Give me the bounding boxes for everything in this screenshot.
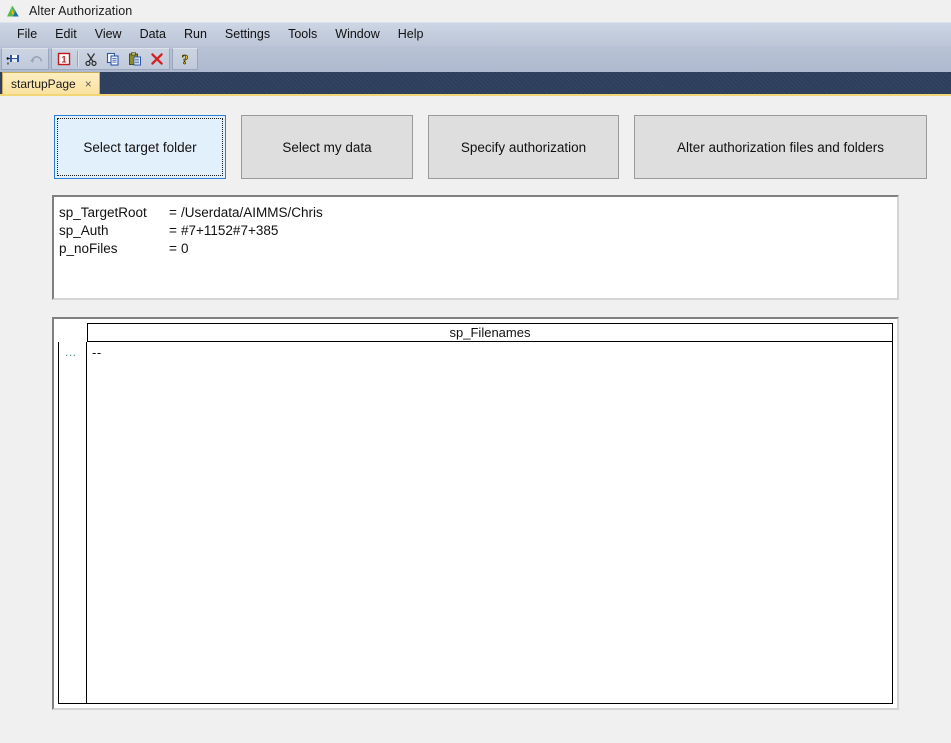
tab-strip: startupPage × xyxy=(0,72,951,96)
scalar-identifier: sp_TargetRoot xyxy=(59,204,147,220)
menu-view[interactable]: View xyxy=(86,24,131,45)
menu-settings[interactable]: Settings xyxy=(216,24,279,45)
svg-text:1: 1 xyxy=(61,55,66,65)
close-icon[interactable]: × xyxy=(85,78,92,90)
page-canvas: Select target folder Select my data Spec… xyxy=(0,96,951,743)
tab-startuppage[interactable]: startupPage × xyxy=(2,72,100,94)
menu-window[interactable]: Window xyxy=(326,24,388,45)
column-header-sp-filenames[interactable]: sp_Filenames xyxy=(87,323,893,342)
alter-authorization-files-and-folders-button[interactable]: Alter authorization files and folders xyxy=(634,115,927,179)
specify-authorization-button[interactable]: Specify authorization xyxy=(428,115,619,179)
scalar-row: p_noFiles = 0 xyxy=(59,239,897,257)
menu-edit[interactable]: Edit xyxy=(46,24,86,45)
menu-file[interactable]: File xyxy=(8,24,46,45)
app-title: Alter Authorization xyxy=(29,4,133,18)
scalar-equals: = xyxy=(169,222,177,238)
delete-button[interactable] xyxy=(146,49,168,69)
scalar-row: sp_TargetRoot = /Userdata/AIMMS/Chris xyxy=(59,203,897,221)
title-bar: Alter Authorization xyxy=(0,0,951,22)
scalar-value[interactable]: /Userdata/AIMMS/Chris xyxy=(181,205,323,220)
toolbar-group-edit: 1 xyxy=(51,48,170,70)
undo-button[interactable] xyxy=(25,49,47,69)
scalar-equals: = xyxy=(169,240,177,256)
grid-corner-cell xyxy=(58,323,87,342)
copy-button[interactable] xyxy=(102,49,124,69)
button-label: Select target folder xyxy=(83,139,197,155)
scalar-value[interactable]: #7+1152#7+385 xyxy=(181,223,278,238)
page-properties-button[interactable]: 1 xyxy=(53,49,75,69)
cut-button[interactable] xyxy=(80,49,102,69)
scalar-equals: = xyxy=(169,204,177,220)
menu-help[interactable]: Help xyxy=(389,24,433,45)
grid-header-row: sp_Filenames xyxy=(58,323,893,342)
aimms-logo-icon xyxy=(6,4,22,18)
menu-bar: File Edit View Data Run Settings Tools W… xyxy=(0,22,951,46)
filenames-table-panel: sp_Filenames ... -- xyxy=(52,317,899,710)
scalar-values-panel: sp_TargetRoot = /Userdata/AIMMS/Chris sp… xyxy=(52,195,899,300)
toolbar: 1 ? xyxy=(0,46,951,72)
filenames-grid: sp_Filenames ... -- xyxy=(58,323,893,704)
toolbar-group-help: ? xyxy=(172,48,198,70)
button-label: Alter authorization files and folders xyxy=(676,139,885,155)
action-button-row: Select target folder Select my data Spec… xyxy=(54,115,927,179)
select-target-folder-button[interactable]: Select target folder xyxy=(54,115,226,179)
grid-data-cell[interactable]: -- xyxy=(87,342,892,703)
button-label: Specify authorization xyxy=(460,139,587,155)
menu-run[interactable]: Run xyxy=(175,24,216,45)
save-button[interactable] xyxy=(3,49,25,69)
help-button[interactable]: ? xyxy=(174,49,196,69)
grid-body: ... -- xyxy=(58,342,893,704)
button-label: Select my data xyxy=(282,139,372,155)
menu-data[interactable]: Data xyxy=(131,24,175,45)
toolbar-separator xyxy=(77,51,78,67)
svg-text:?: ? xyxy=(182,53,189,67)
menu-tools[interactable]: Tools xyxy=(279,24,326,45)
scalar-value[interactable]: 0 xyxy=(181,241,189,256)
toolbar-group-file xyxy=(1,48,49,70)
tab-label: startupPage xyxy=(11,76,76,91)
paste-button[interactable] xyxy=(124,49,146,69)
select-my-data-button[interactable]: Select my data xyxy=(241,115,413,179)
scalar-row: sp_Auth = #7+1152#7+385 xyxy=(59,221,897,239)
row-header-cell[interactable]: ... xyxy=(59,342,87,703)
scalar-identifier: sp_Auth xyxy=(59,222,109,238)
scalar-identifier: p_noFiles xyxy=(59,240,118,256)
